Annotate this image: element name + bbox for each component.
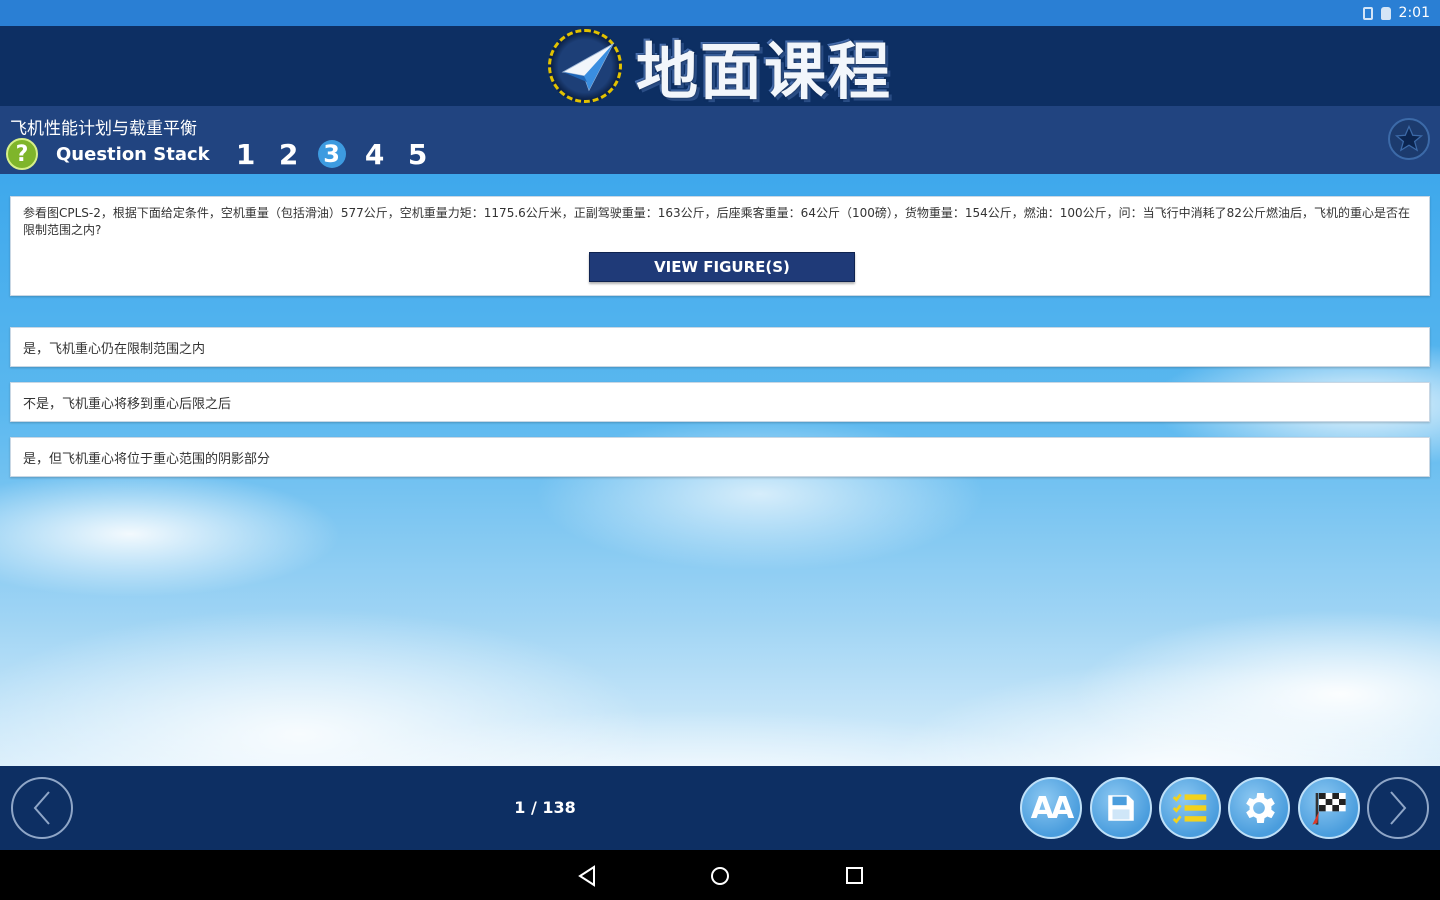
app-title: 地面课程: [635, 35, 892, 108]
finish-button[interactable]: [1298, 777, 1360, 839]
stack-item-5[interactable]: 5: [404, 138, 432, 171]
app-header: 地面课程: [0, 26, 1440, 108]
page-counter: 1 / 138: [514, 798, 576, 817]
lock-icon: [1380, 6, 1391, 20]
question-list-button[interactable]: [1159, 777, 1221, 839]
answer-option-1[interactable]: 是，飞机重心仍在限制范围之内: [10, 327, 1430, 367]
stack-item-3[interactable]: 3: [317, 140, 346, 168]
answer-text: 不是，飞机重心将移到重心后限之后: [23, 396, 232, 412]
status-time: 2:01: [1398, 5, 1430, 21]
answer-text: 是，飞机重心仍在限制范围之内: [23, 341, 206, 357]
subheader: 飞机性能计划与载重平衡 ? Question Stack 1 2 3 4 5: [0, 106, 1440, 174]
answer-option-3[interactable]: 是，但飞机重心将位于重心范围的阴影部分: [10, 437, 1430, 477]
settings-button[interactable]: [1228, 777, 1290, 839]
answer-text: 是，但飞机重心将位于重心范围的阴影部分: [23, 451, 271, 467]
view-figures-button[interactable]: VIEW FIGURE(S): [589, 252, 855, 282]
question-stack-row: ? Question Stack 1 2 3 4 5: [6, 138, 447, 171]
paper-plane-icon: [547, 29, 622, 103]
stack-item-2[interactable]: 2: [275, 138, 303, 171]
question-stack-label: Question Stack: [56, 143, 210, 165]
help-button[interactable]: ?: [6, 138, 38, 170]
favorite-button[interactable]: [1388, 118, 1430, 160]
back-icon[interactable]: [576, 865, 598, 887]
font-size-icon: AA: [1030, 790, 1074, 826]
question-text: 参看图CPLS-2，根据下面给定条件，空机重量（包括滑油）577公斤，空机重量力…: [23, 206, 1410, 237]
font-size-button[interactable]: AA: [1020, 777, 1082, 839]
previous-button[interactable]: [11, 777, 73, 839]
checkered-flag-icon: [1312, 793, 1346, 825]
gear-icon: [1246, 793, 1275, 823]
home-icon[interactable]: [709, 865, 731, 887]
star-icon: [1394, 124, 1424, 152]
sim-icon: [1362, 6, 1373, 20]
floppy-disk-icon: [1108, 795, 1134, 821]
next-button[interactable]: [1367, 777, 1429, 839]
stack-item-4[interactable]: 4: [361, 138, 389, 171]
system-navigation-bar: [0, 850, 1440, 900]
question-mark-icon: ?: [15, 141, 29, 167]
save-button[interactable]: [1090, 777, 1152, 839]
question-card: 参看图CPLS-2，根据下面给定条件，空机重量（包括滑油）577公斤，空机重量力…: [10, 196, 1430, 296]
chevron-left-icon: [33, 791, 50, 825]
stack-item-1[interactable]: 1: [232, 138, 260, 171]
checklist-icon: [1172, 793, 1207, 824]
answer-option-2[interactable]: 不是，飞机重心将移到重心后限之后: [10, 382, 1430, 422]
recents-icon[interactable]: [844, 865, 866, 887]
chevron-right-icon: [1390, 791, 1407, 825]
subject-title: 飞机性能计划与载重平衡: [10, 119, 197, 139]
bottom-toolbar: 1 / 138 AA: [0, 766, 1440, 850]
